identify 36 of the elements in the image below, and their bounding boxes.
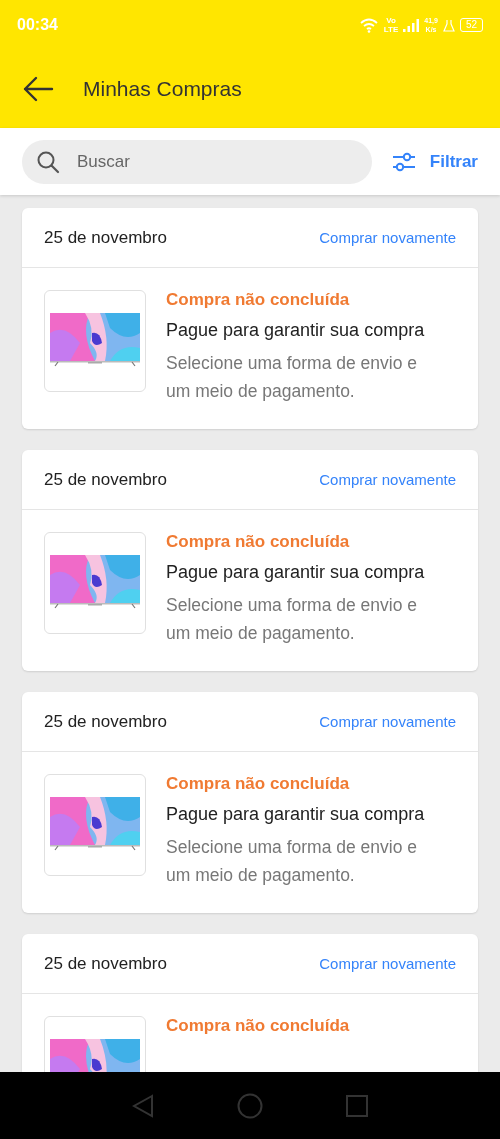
order-date: 25 de novembro	[44, 227, 167, 248]
sliders-icon	[391, 151, 416, 172]
order-card[interactable]: 25 de novembro Comprar novamente Compra não concluída Pague para garantir sua compra Selecione uma forma de envio e um meio de pagamento.	[22, 692, 478, 913]
order-detail: Selecione uma forma de envio e um meio de pagamento.	[166, 594, 418, 645]
wifi-icon	[358, 17, 379, 33]
buy-again-link[interactable]: Comprar novamente	[319, 713, 456, 730]
order-date: 25 de novembro	[44, 711, 167, 732]
status-time: 00:34	[17, 16, 58, 34]
page-title: Minhas Compras	[83, 77, 242, 101]
back-arrow-icon[interactable]	[22, 76, 54, 102]
filter-button[interactable]: Filtrar	[391, 151, 478, 172]
network-label: Vo LTE	[383, 16, 399, 34]
order-status: Compra não concluída	[166, 290, 351, 310]
order-card[interactable]: 25 de novembro Comprar novamente Compra não concluída	[22, 934, 478, 1072]
order-message: Pague para garantir sua compra	[166, 320, 426, 341]
search-field[interactable]: Buscar	[22, 139, 372, 184]
order-message: Pague para garantir sua compra	[166, 562, 426, 583]
order-card[interactable]: 25 de novembro Comprar novamente Compra não concluída Pague para garantir sua compra Selecione uma forma de envio e um meio de pagamento.	[22, 450, 478, 671]
battery-icon: 52	[459, 18, 483, 32]
recents-icon[interactable]	[346, 1094, 369, 1117]
order-status: Compra não concluída	[166, 774, 351, 794]
order-detail: Selecione uma forma de envio e um meio de pagamento.	[166, 352, 418, 403]
order-card[interactable]: 25 de novembro Comprar novamente Compra não concluída Pague para garantir sua compra Selecione uma forma de envio e um meio de pagamento.	[22, 208, 478, 429]
buy-again-link[interactable]: Comprar novamente	[319, 955, 456, 972]
buy-again-link[interactable]: Comprar novamente	[319, 471, 456, 488]
order-date: 25 de novembro	[44, 953, 167, 974]
signal-icon	[403, 18, 420, 32]
order-status: Compra não concluída	[166, 1016, 350, 1036]
back-icon[interactable]	[131, 1093, 154, 1118]
order-status: Compra não concluída	[166, 532, 351, 552]
order-date: 25 de novembro	[44, 469, 167, 490]
buy-again-link[interactable]: Comprar novamente	[319, 229, 456, 246]
home-icon[interactable]	[237, 1092, 263, 1119]
order-detail: Selecione uma forma de envio e um meio de pagamento.	[166, 836, 418, 887]
flask-icon	[442, 18, 455, 32]
order-message: Pague para garantir sua compra	[166, 804, 426, 825]
